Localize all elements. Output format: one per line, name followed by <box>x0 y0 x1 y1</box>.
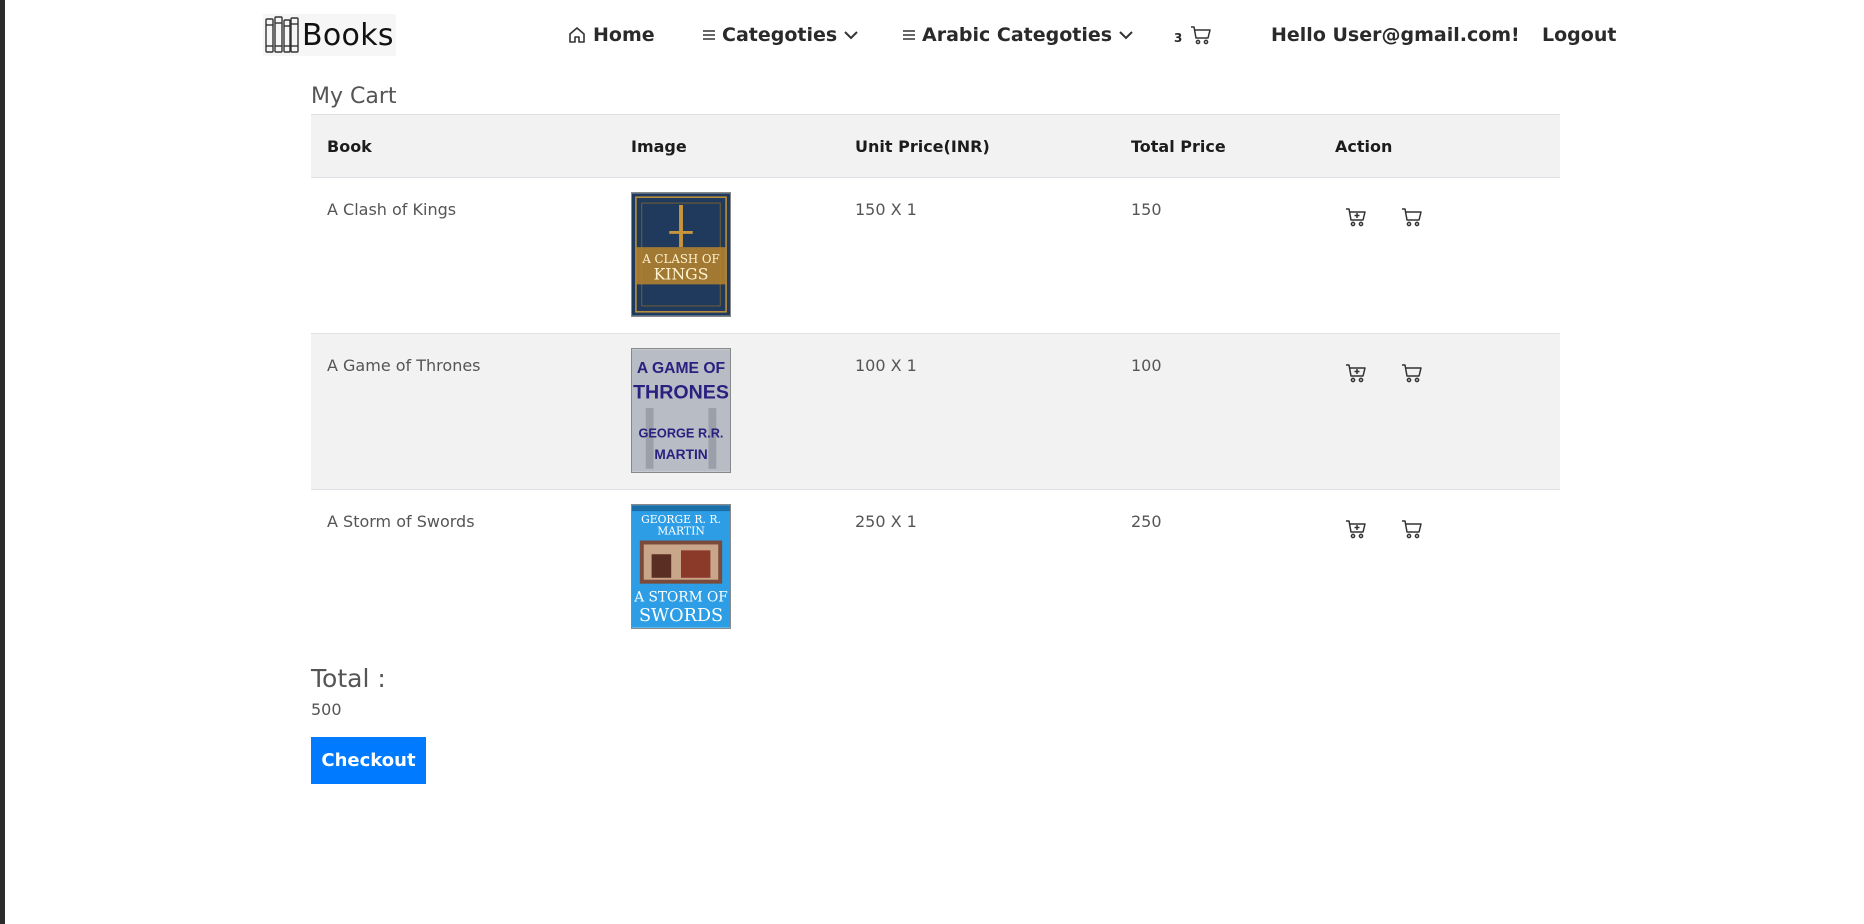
svg-text:A GAME OF: A GAME OF <box>637 360 725 377</box>
page-title: My Cart <box>311 84 397 109</box>
cart-add-icon <box>1346 208 1366 227</box>
cart-icon <box>1402 364 1422 383</box>
table-row: A Clash of Kings A CLASH OF KINGS 150 X … <box>311 177 1560 334</box>
cart-count-badge: 3 <box>1174 30 1183 45</box>
column-header-image: Image <box>615 114 839 178</box>
cart-icon <box>1402 208 1422 227</box>
nav-arabic-categories-dropdown[interactable]: Arabic Categoties <box>902 22 1134 48</box>
nav-categories-label: Categoties <box>722 24 838 46</box>
svg-text:MARTIN: MARTIN <box>657 525 705 538</box>
table-row: A Game of Thrones A GAME OF THRONES GEOR… <box>311 333 1560 490</box>
svg-text:GEORGE R.R.: GEORGE R.R. <box>639 425 724 440</box>
navbar: Books Home Categoties Arabic Categoties <box>5 0 1864 70</box>
column-header-book: Book <box>311 114 615 178</box>
svg-text:THRONES: THRONES <box>633 381 729 403</box>
add-to-cart-button[interactable] <box>1343 360 1369 386</box>
menu-icon <box>703 30 715 40</box>
svg-text:KINGS: KINGS <box>654 264 709 283</box>
cart-icon <box>1402 520 1422 539</box>
add-to-cart-button[interactable] <box>1343 516 1369 542</box>
table-header-row: Book Image Unit Price(INR) Total Price A… <box>311 114 1560 178</box>
book-title: A Clash of Kings <box>311 177 615 334</box>
total-price: 150 <box>1115 177 1319 334</box>
unit-price: 250 X 1 <box>839 489 1115 646</box>
table-row: A Storm of Swords GEORGE R. R. MARTIN A … <box>311 489 1560 646</box>
logout-link[interactable]: Logout <box>1542 22 1616 48</box>
brand-name: Books <box>302 17 394 53</box>
user-greeting: Hello User@gmail.com! <box>1271 24 1520 46</box>
total-price: 250 <box>1115 489 1319 646</box>
nav-home[interactable]: Home <box>567 22 655 48</box>
total-label: Total : <box>311 664 386 693</box>
menu-icon <box>903 30 915 40</box>
unit-price: 100 X 1 <box>839 333 1115 490</box>
book-title: A Game of Thrones <box>311 333 615 490</box>
book-cover-image: A GAME OF THRONES GEORGE R.R. MARTIN <box>631 348 731 473</box>
remove-from-cart-button[interactable] <box>1399 516 1425 542</box>
svg-text:A STORM OF: A STORM OF <box>633 589 728 605</box>
column-header-unit-price: Unit Price(INR) <box>839 114 1115 178</box>
remove-from-cart-button[interactable] <box>1399 360 1425 386</box>
nav-cart[interactable]: 3 <box>1174 22 1212 48</box>
brand-link[interactable]: Books <box>263 14 396 56</box>
column-header-action: Action <box>1319 114 1560 178</box>
nav-categories-dropdown[interactable]: Categoties <box>702 22 859 48</box>
chevron-down-icon <box>844 31 858 40</box>
cart-add-icon <box>1346 364 1366 383</box>
cart-table: Book Image Unit Price(INR) Total Price A… <box>311 114 1560 646</box>
nav-home-label: Home <box>593 24 655 46</box>
total-value: 500 <box>311 700 342 719</box>
page: Books Home Categoties Arabic Categoties <box>5 0 1864 924</box>
home-icon <box>569 27 585 43</box>
book-title: A Storm of Swords <box>311 489 615 646</box>
unit-price: 150 X 1 <box>839 177 1115 334</box>
cart-add-icon <box>1346 520 1366 539</box>
svg-text:MARTIN: MARTIN <box>654 447 707 462</box>
books-logo-icon <box>265 16 299 53</box>
nav-arabic-categories-label: Arabic Categoties <box>922 24 1113 46</box>
total-price: 100 <box>1115 333 1319 490</box>
add-to-cart-button[interactable] <box>1343 204 1369 230</box>
svg-text:SWORDS: SWORDS <box>639 606 723 626</box>
book-cover-image: GEORGE R. R. MARTIN A STORM OF SWORDS <box>631 504 731 629</box>
cart-icon <box>1191 26 1212 45</box>
book-cover-image: A CLASH OF KINGS <box>631 192 731 317</box>
remove-from-cart-button[interactable] <box>1399 204 1425 230</box>
column-header-total-price: Total Price <box>1115 114 1319 178</box>
chevron-down-icon <box>1119 31 1133 40</box>
checkout-button[interactable]: Checkout <box>311 737 426 784</box>
